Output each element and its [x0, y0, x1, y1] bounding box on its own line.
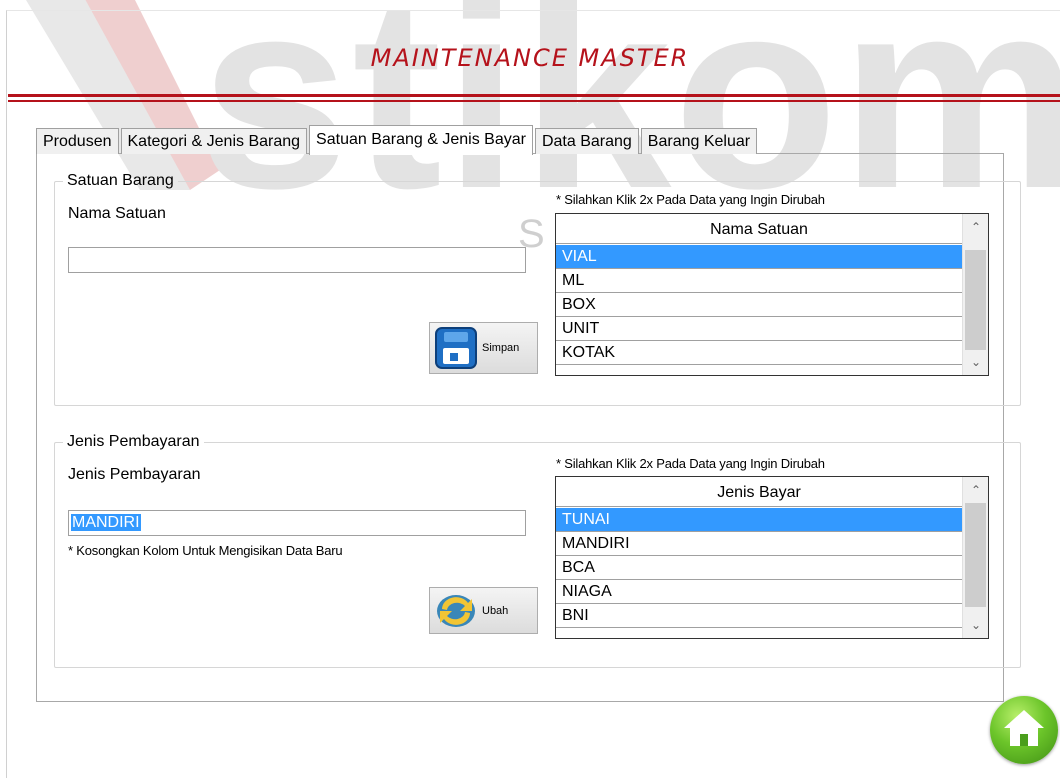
tab-bar: Produsen Kategori & Jenis Barang Satuan … [36, 124, 759, 155]
scrollbar-thumb[interactable] [965, 503, 986, 607]
nama-satuan-scrollbar[interactable]: ⌃ ⌄ [962, 214, 988, 375]
bayar-edit-note: * Silahkan Klik 2x Pada Data yang Ingin … [556, 456, 825, 471]
nama-satuan-list-header: Nama Satuan [556, 214, 962, 244]
nama-satuan-label: Nama Satuan [68, 205, 166, 222]
tab-data-barang[interactable]: Data Barang [534, 128, 639, 154]
nama-satuan-input[interactable] [68, 247, 526, 273]
scroll-down-icon[interactable]: ⌄ [963, 351, 988, 373]
jenis-bayar-list[interactable]: Jenis Bayar TUNAI MANDIRI BCA NIAGA BNI … [555, 476, 989, 639]
tab-produsen[interactable]: Produsen [36, 128, 119, 154]
jenis-pembayaran-input-value: MANDIRI [71, 514, 141, 531]
scroll-down-icon[interactable]: ⌄ [963, 614, 988, 636]
list-item[interactable]: TUNAI [556, 508, 962, 532]
scrollbar-thumb[interactable] [965, 250, 986, 350]
page-title: MAINTENANCE MASTER [370, 44, 690, 72]
simpan-button[interactable]: Simpan [429, 322, 538, 374]
nama-satuan-list[interactable]: Nama Satuan VIAL ML BOX UNIT KOTAK ⌃ ⌄ [555, 213, 989, 376]
list-item[interactable]: MANDIRI [556, 532, 962, 556]
ubah-button[interactable]: Ubah [429, 587, 538, 634]
title-divider [8, 94, 1060, 104]
satuan-edit-note: * Silahkan Klik 2x Pada Data yang Ingin … [556, 192, 825, 207]
satuan-barang-legend: Satuan Barang [67, 172, 174, 189]
home-icon [1004, 710, 1044, 746]
refresh-icon [437, 594, 475, 627]
list-item[interactable]: UNIT [556, 317, 962, 341]
tab-kategori-jenis-barang[interactable]: Kategori & Jenis Barang [120, 128, 308, 154]
ubah-button-label: Ubah [482, 604, 509, 617]
jenis-pembayaran-legend: Jenis Pembayaran [67, 433, 200, 450]
list-item[interactable]: BOX [556, 293, 962, 317]
list-item[interactable]: ML [556, 269, 962, 293]
jenis-bayar-list-header: Jenis Bayar [556, 477, 962, 507]
list-item[interactable]: VIAL [556, 245, 962, 269]
kosongkan-hint: * Kosongkan Kolom Untuk Mengisikan Data … [68, 543, 343, 558]
jenis-pembayaran-label: Jenis Pembayaran [68, 466, 201, 483]
home-button[interactable] [990, 696, 1058, 764]
list-item[interactable]: KOTAK [556, 341, 962, 365]
jenis-bayar-scrollbar[interactable]: ⌃ ⌄ [962, 477, 988, 638]
tab-barang-keluar[interactable]: Barang Keluar [640, 128, 758, 154]
floppy-disk-icon [435, 327, 477, 369]
scroll-up-icon[interactable]: ⌃ [963, 479, 988, 501]
list-item[interactable]: BCA [556, 556, 962, 580]
list-item[interactable]: BNI [556, 604, 962, 628]
jenis-pembayaran-input[interactable]: MANDIRI [68, 510, 526, 536]
list-item[interactable]: NIAGA [556, 580, 962, 604]
simpan-button-label: Simpan [482, 342, 520, 354]
scroll-up-icon[interactable]: ⌃ [963, 216, 988, 238]
tab-satuan-barang-jenis-bayar[interactable]: Satuan Barang & Jenis Bayar [309, 125, 533, 155]
